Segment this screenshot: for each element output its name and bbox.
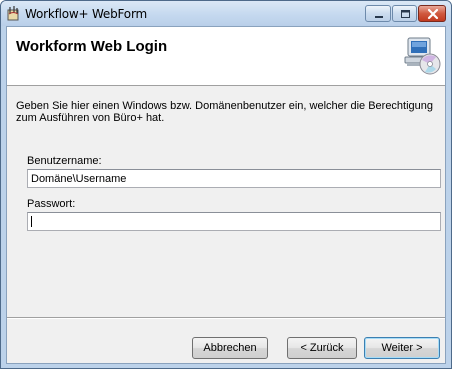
close-icon <box>427 8 439 20</box>
window-title: Workflow+ WebForm <box>25 7 147 21</box>
password-field[interactable] <box>27 212 441 231</box>
password-label: Passwort: <box>27 198 76 210</box>
wizard-header: Workform Web Login <box>7 27 445 86</box>
maximize-icon <box>401 10 410 18</box>
computer-cd-icon <box>403 36 441 76</box>
instruction-text: Geben Sie hier einen Windows bzw. Domäne… <box>16 100 434 124</box>
page-title: Workform Web Login <box>16 38 168 55</box>
title-bar[interactable]: Workflow+ WebForm <box>1 1 451 26</box>
username-field[interactable]: Domäne\Username <box>27 169 441 188</box>
app-icon <box>6 5 22 21</box>
footer-divider <box>7 317 445 319</box>
username-label: Benutzername: <box>27 155 102 167</box>
next-button[interactable]: Weiter > <box>364 337 440 359</box>
minimize-button[interactable] <box>365 5 391 22</box>
maximize-button[interactable] <box>392 5 417 22</box>
text-caret <box>31 216 32 227</box>
wizard-client-area: Workform Web Login Geben Sie hier einen … <box>6 26 446 364</box>
minimize-icon <box>375 16 383 18</box>
back-button[interactable]: < Zurück <box>287 337 357 359</box>
close-button[interactable] <box>418 5 446 22</box>
cancel-button[interactable]: Abbrechen <box>192 337 268 359</box>
wizard-window: Workflow+ WebForm Workform Web Login Geb… <box>0 0 452 369</box>
